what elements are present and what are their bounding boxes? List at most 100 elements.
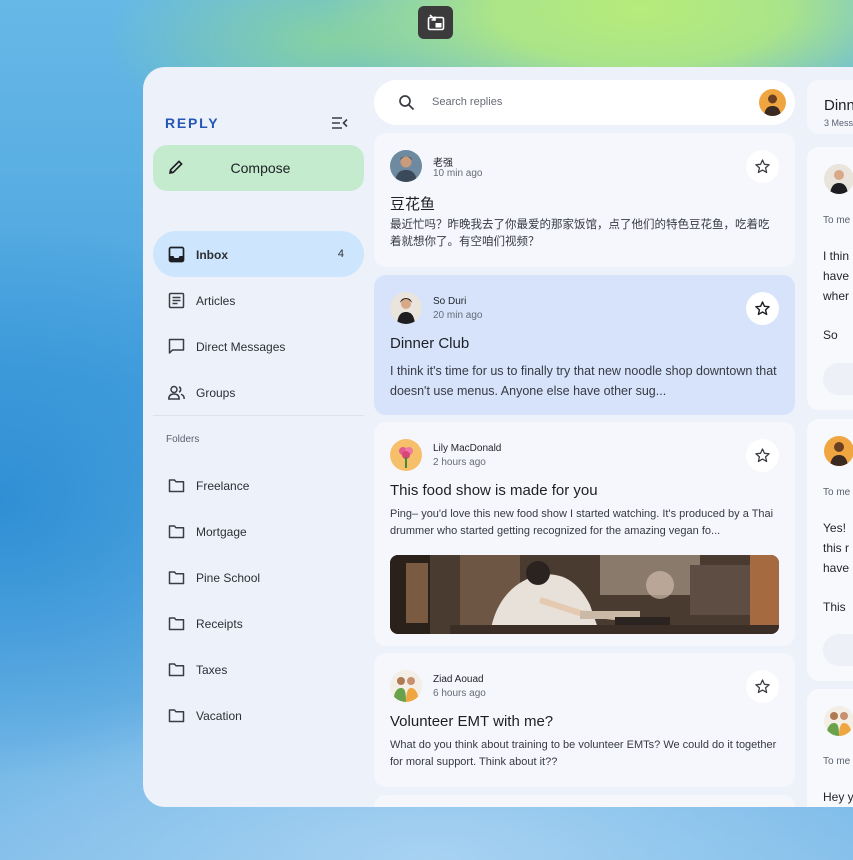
email-subject: This food show is made for you — [390, 482, 598, 499]
user-avatar-image — [759, 89, 786, 116]
email-card[interactable]: 老强 10 min ago 豆花鱼 最近忙吗？昨晚我去了你最爱的那家饭馆，点了他… — [374, 133, 795, 267]
sender-avatar — [390, 150, 422, 182]
folder-item-pine-school[interactable]: Pine School — [153, 554, 364, 600]
star-button[interactable] — [746, 670, 779, 703]
folder-item-receipts[interactable]: Receipts — [153, 600, 364, 646]
detail-text-line: So — [823, 328, 838, 342]
email-preview: Ping– you'd love this new food show I st… — [390, 508, 774, 537]
star-outline-icon — [755, 159, 770, 174]
folder-item-taxes[interactable]: Taxes — [153, 646, 364, 692]
nav-item-label: Groups — [196, 386, 236, 400]
nav-item-inbox[interactable]: Inbox 4 — [153, 231, 364, 277]
detail-text-line: this r — [823, 541, 850, 555]
user-avatar[interactable] — [759, 89, 786, 116]
folder-icon — [168, 571, 185, 585]
folder-icon — [168, 709, 185, 723]
nav-item-articles[interactable]: Articles — [153, 277, 364, 323]
restore-window-button[interactable] — [418, 6, 453, 39]
detail-subject: Dinn — [824, 97, 853, 114]
email-time: 10 min ago — [433, 168, 483, 179]
folder-icon — [168, 663, 185, 677]
detail-text-line: have — [823, 269, 850, 283]
detail-text-line: I thin — [823, 249, 850, 263]
folder-icon — [168, 617, 185, 631]
email-preview: I think it's time for us to finally try … — [390, 364, 777, 398]
email-card-partial[interactable] — [374, 795, 795, 807]
folders-heading: Folders — [166, 434, 200, 445]
star-button[interactable] — [746, 439, 779, 472]
detail-text-line: This — [823, 600, 846, 614]
email-time: 6 hours ago — [433, 688, 486, 699]
email-card[interactable]: Lily MacDonald 2 hours ago This food sho… — [374, 422, 795, 646]
star-button[interactable] — [746, 292, 779, 325]
detail-recipient: To me — [823, 487, 851, 498]
detail-action-button[interactable] — [823, 634, 853, 666]
nav-item-direct-messages[interactable]: Direct Messages — [153, 323, 364, 369]
sender-avatar — [824, 164, 853, 194]
compose-label: Compose — [230, 160, 291, 176]
menu-collapse-button[interactable] — [329, 113, 349, 133]
sender-name: 老强 — [433, 158, 453, 169]
email-card-selected[interactable]: So Duri 20 min ago Dinner Club I think i… — [374, 275, 795, 415]
email-subject: Dinner Club — [390, 335, 470, 352]
detail-message[interactable]: To me Yes! this r have This — [807, 419, 853, 681]
folder-item-freelance[interactable]: Freelance — [153, 462, 364, 508]
folder-label: Freelance — [196, 479, 250, 493]
compose-button[interactable]: Compose — [153, 145, 364, 191]
sender-name: Ziad Aouad — [433, 674, 484, 685]
app-brand: REPLY — [165, 115, 220, 131]
sender-avatar — [390, 670, 422, 702]
folder-item-mortgage[interactable]: Mortgage — [153, 508, 364, 554]
email-detail-pane: Dinn 3 Mess To me I thin have wher So To… — [807, 80, 853, 807]
detail-action-button[interactable] — [823, 363, 853, 395]
menu-open-icon — [332, 117, 348, 129]
email-subject: 豆花鱼 — [390, 196, 436, 213]
folder-label: Receipts — [196, 617, 243, 631]
article-icon — [168, 292, 185, 309]
folder-item-vacation[interactable]: Vacation — [153, 692, 364, 738]
sender-avatar — [824, 706, 853, 736]
email-preview: 最近忙吗？昨晚我去了你最爱的那家饭馆，点了他们的特色豆花鱼，吃着吃着就想你了。有… — [390, 219, 770, 248]
nav-item-groups[interactable]: Groups — [153, 369, 364, 415]
email-time: 2 hours ago — [433, 457, 486, 468]
folder-label: Taxes — [196, 663, 228, 677]
restore-window-icon — [427, 13, 444, 30]
search-bar[interactable]: Search replies — [374, 80, 795, 125]
folder-icon — [168, 479, 185, 493]
detail-message[interactable]: To me I thin have wher So — [807, 147, 853, 410]
email-subject: Volunteer EMT with me? — [390, 713, 554, 730]
sender-avatar — [824, 436, 853, 466]
detail-header: Dinn 3 Mess — [807, 80, 853, 134]
detail-message[interactable]: To me Hey y — [807, 689, 853, 807]
nav-item-label: Inbox — [196, 248, 228, 262]
nav-item-label: Articles — [196, 294, 236, 308]
inbox-icon — [168, 246, 185, 263]
sender-name: Lily MacDonald — [433, 443, 502, 454]
email-preview: What do you think about training to be v… — [390, 739, 777, 768]
detail-text-line: Yes! — [823, 521, 846, 535]
groups-icon — [168, 385, 185, 400]
search-icon — [399, 95, 415, 111]
sender-avatar — [390, 439, 422, 471]
star-button[interactable] — [746, 150, 779, 183]
detail-recipient: To me — [823, 756, 851, 767]
email-image-attachment[interactable] — [390, 555, 779, 634]
detail-text-line: have — [823, 561, 850, 575]
sender-avatar — [390, 292, 422, 324]
detail-message-count: 3 Mess — [824, 118, 853, 128]
detail-text-line: wher — [823, 289, 850, 303]
star-outline-icon — [755, 301, 770, 316]
search-input[interactable]: Search replies — [432, 96, 502, 108]
inbox-count-badge: 4 — [337, 248, 344, 260]
detail-text-line: Hey y — [823, 790, 853, 804]
reply-app-window: REPLY Compose Inbox 4 Articles Direct Me… — [143, 67, 853, 807]
sidebar-divider — [153, 415, 364, 416]
detail-recipient: To me — [823, 215, 851, 226]
email-card[interactable]: Ziad Aouad 6 hours ago Volunteer EMT wit… — [374, 653, 795, 787]
sender-name: So Duri — [433, 296, 467, 307]
star-outline-icon — [755, 679, 770, 694]
folder-label: Pine School — [196, 571, 261, 585]
nav-item-label: Direct Messages — [196, 340, 286, 354]
folder-label: Mortgage — [196, 525, 247, 539]
folder-label: Vacation — [196, 709, 242, 723]
